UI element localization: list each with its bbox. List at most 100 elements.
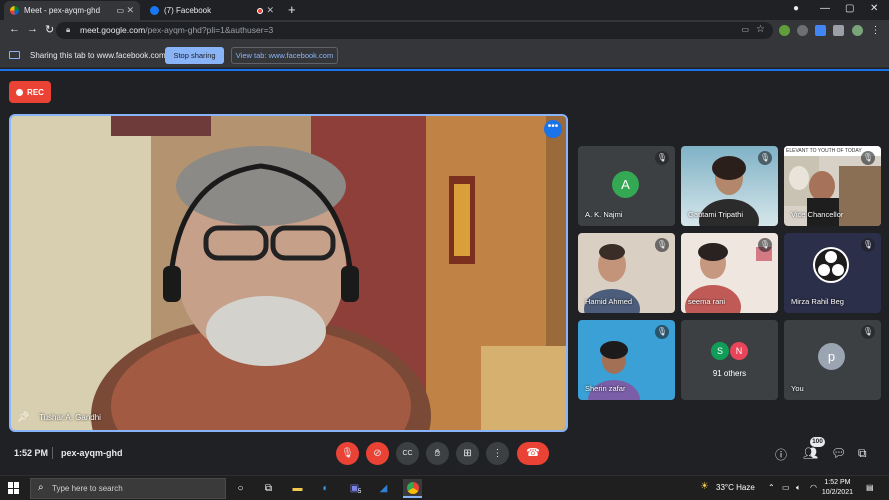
participant-name: Gautami Tripathi [688,210,744,219]
meeting-code: pex-ayqm-ghd [61,448,123,458]
participant-name: You [791,384,804,393]
mic-off-icon: 🎙︎ [758,238,772,252]
mic-off-icon: 🎙︎ [861,325,875,339]
profile-indicator-icon[interactable]: ● [793,3,799,14]
weather-text[interactable]: 33°C Haze [716,483,755,492]
weather-icon: ☀︎ [700,481,709,492]
participant-tile[interactable]: 🎙︎ Gautami Tripathi [681,146,778,226]
wifi-icon[interactable]: ◠ [810,483,817,492]
cast-icon[interactable]: ▭ [741,25,749,34]
tab-title: (7) Facebook [164,6,212,15]
back-icon[interactable]: ← [9,23,20,35]
cortana-icon[interactable]: ○ [231,479,250,498]
browser-tab-strip: Meet - pex-ayqm-ghd ▭ ✕ (7) Facebook ✕ +… [0,0,889,20]
present-now-button[interactable]: ⊞ [456,442,479,465]
raise-hand-button[interactable]: ✋︎ [426,442,449,465]
participant-tile[interactable]: 🎙︎ Sherin zafar [578,320,675,400]
participant-tile[interactable]: ELEVANT TO YOUTH OF TODAY 🎙︎ Vice Chance… [784,146,881,226]
edge-icon[interactable]: ◐ [316,479,335,498]
participant-name: Sherin zafar [585,384,626,393]
address-bar[interactable]: 🔒︎ meet.google.com/pex-ayqm-ghd?pli=1&au… [56,22,773,39]
others-tile[interactable]: S N 91 others [681,320,778,400]
participant-name: A. K. Najmi [585,210,623,219]
record-dot-icon [16,88,24,96]
speaker-video-frame [11,116,566,430]
profile-avatar[interactable] [852,25,863,36]
extension-icon[interactable] [815,25,826,36]
task-view-icon[interactable]: ⧉ [259,479,278,498]
participant-tile[interactable]: 🎙︎ seema rani [681,233,778,313]
recording-indicator-icon [257,7,263,14]
avatar: p [818,343,845,370]
volume-icon[interactable]: 🔈︎ [796,483,801,493]
reload-icon[interactable]: ↻ [45,23,54,36]
chat-icon[interactable]: 💬︎ [831,446,846,460]
meet-control-bar: 1:52 PM pex-ayqm-ghd 🎙︎ ⊘ CC ✋︎ ⊞ ⋮ ☎︎ ⓘ… [0,432,889,475]
camera-toggle-button[interactable]: ⊘ [366,442,389,465]
participant-name: Hamid Ahmed [585,297,633,306]
meet-favicon-icon [10,6,19,15]
extension-icon[interactable] [779,25,790,36]
taskbar-search-box[interactable]: ⌕ Type here to search [30,478,226,499]
mic-off-icon: 🎙︎ [655,151,669,165]
main-speaker-name: Tushar A. Gandhi [39,413,101,422]
leave-call-button[interactable]: ☎︎ [517,442,549,465]
participant-tile[interactable]: 🎙︎ Hamid Ahmed [578,233,675,313]
avatar: S [711,342,729,360]
extension-icon[interactable] [797,25,808,36]
people-count-badge: 100 [810,437,825,447]
mic-off-icon: 🎙︎ [861,151,875,165]
main-speaker-tile[interactable]: ••• 📌︎ Tushar A. Gandhi [9,114,568,432]
maximize-icon[interactable]: ▢ [845,3,854,14]
captions-button[interactable]: CC [396,442,419,465]
new-tab-button[interactable]: + [288,2,296,17]
more-options-button[interactable]: ⋮ [486,442,509,465]
notification-count: 5 [358,489,362,495]
browser-menu-icon[interactable]: ⋮ [870,25,881,36]
windows-start-icon[interactable] [8,482,20,494]
file-explorer-icon[interactable]: ▬ [288,479,307,498]
activities-icon[interactable]: ⧉ [858,446,867,461]
tab-facebook[interactable]: (7) Facebook ✕ [144,1,280,20]
network-icon[interactable]: ▭ [782,483,790,492]
divider [52,447,53,459]
self-tile[interactable]: p 🎙︎ You [784,320,881,400]
view-tab-button[interactable]: View tab: www.facebook.com [231,47,338,64]
close-tab-icon[interactable]: ✕ [126,5,134,16]
mic-off-icon: 🎙︎ [758,151,772,165]
meet-stage: REC ••• 📌︎ Tushar A. Gandhi A 🎙︎ A. K. N… [0,69,889,475]
participant-name: Mirza Rahil Beg [791,297,844,306]
close-tab-icon[interactable]: ✕ [266,5,274,16]
people-icon[interactable]: 👥︎ [803,446,818,460]
minimize-icon[interactable]: — [820,3,830,14]
close-window-icon[interactable]: ✕ [870,3,878,14]
store-icon[interactable]: ◢ [374,479,393,498]
search-icon: ⌕ [38,482,44,493]
forward-icon[interactable]: → [27,23,38,35]
participant-tile[interactable]: A 🎙︎ A. K. Najmi [578,146,675,226]
participant-tile[interactable]: 🎙︎ Mirza Rahil Beg [784,233,881,313]
mic-off-icon: 🎙︎ [655,238,669,252]
rec-label: REC [27,87,44,97]
tray-chevron-icon[interactable]: ⌃ [768,483,775,492]
lock-icon: 🔒︎ [66,25,71,34]
tile-more-options-icon[interactable]: ••• [544,120,562,138]
pin-icon[interactable]: 📌︎ [17,412,30,423]
mic-off-icon: 🎙︎ [655,325,669,339]
facebook-favicon-icon [150,6,159,15]
chrome-taskbar-icon[interactable] [403,479,422,498]
others-count: 91 others [712,369,747,378]
puzzle-extensions-icon[interactable] [833,25,844,36]
url-text: meet.google.com/pex-ayqm-ghd?pli=1&authu… [80,25,274,35]
mic-toggle-button[interactable]: 🎙︎ [336,442,359,465]
clock-time: 1:52 PM [824,479,851,486]
stop-sharing-button[interactable]: Stop sharing [165,47,224,64]
bookmark-star-icon[interactable]: ☆ [756,24,765,35]
browser-toolbar: ← → ↻ 🔒︎ meet.google.com/pex-ayqm-ghd?pl… [0,20,889,42]
participant-name: seema rani [688,297,726,306]
tab-meet[interactable]: Meet - pex-ayqm-ghd ▭ ✕ [4,1,140,20]
meeting-details-icon[interactable]: ⓘ [775,446,787,463]
taskbar-clock[interactable]: 1:52 PM 10/2/2021 [822,478,853,498]
participant-name: Vice Chancellor [791,210,844,219]
action-center-icon[interactable]: ▤ [866,483,874,492]
